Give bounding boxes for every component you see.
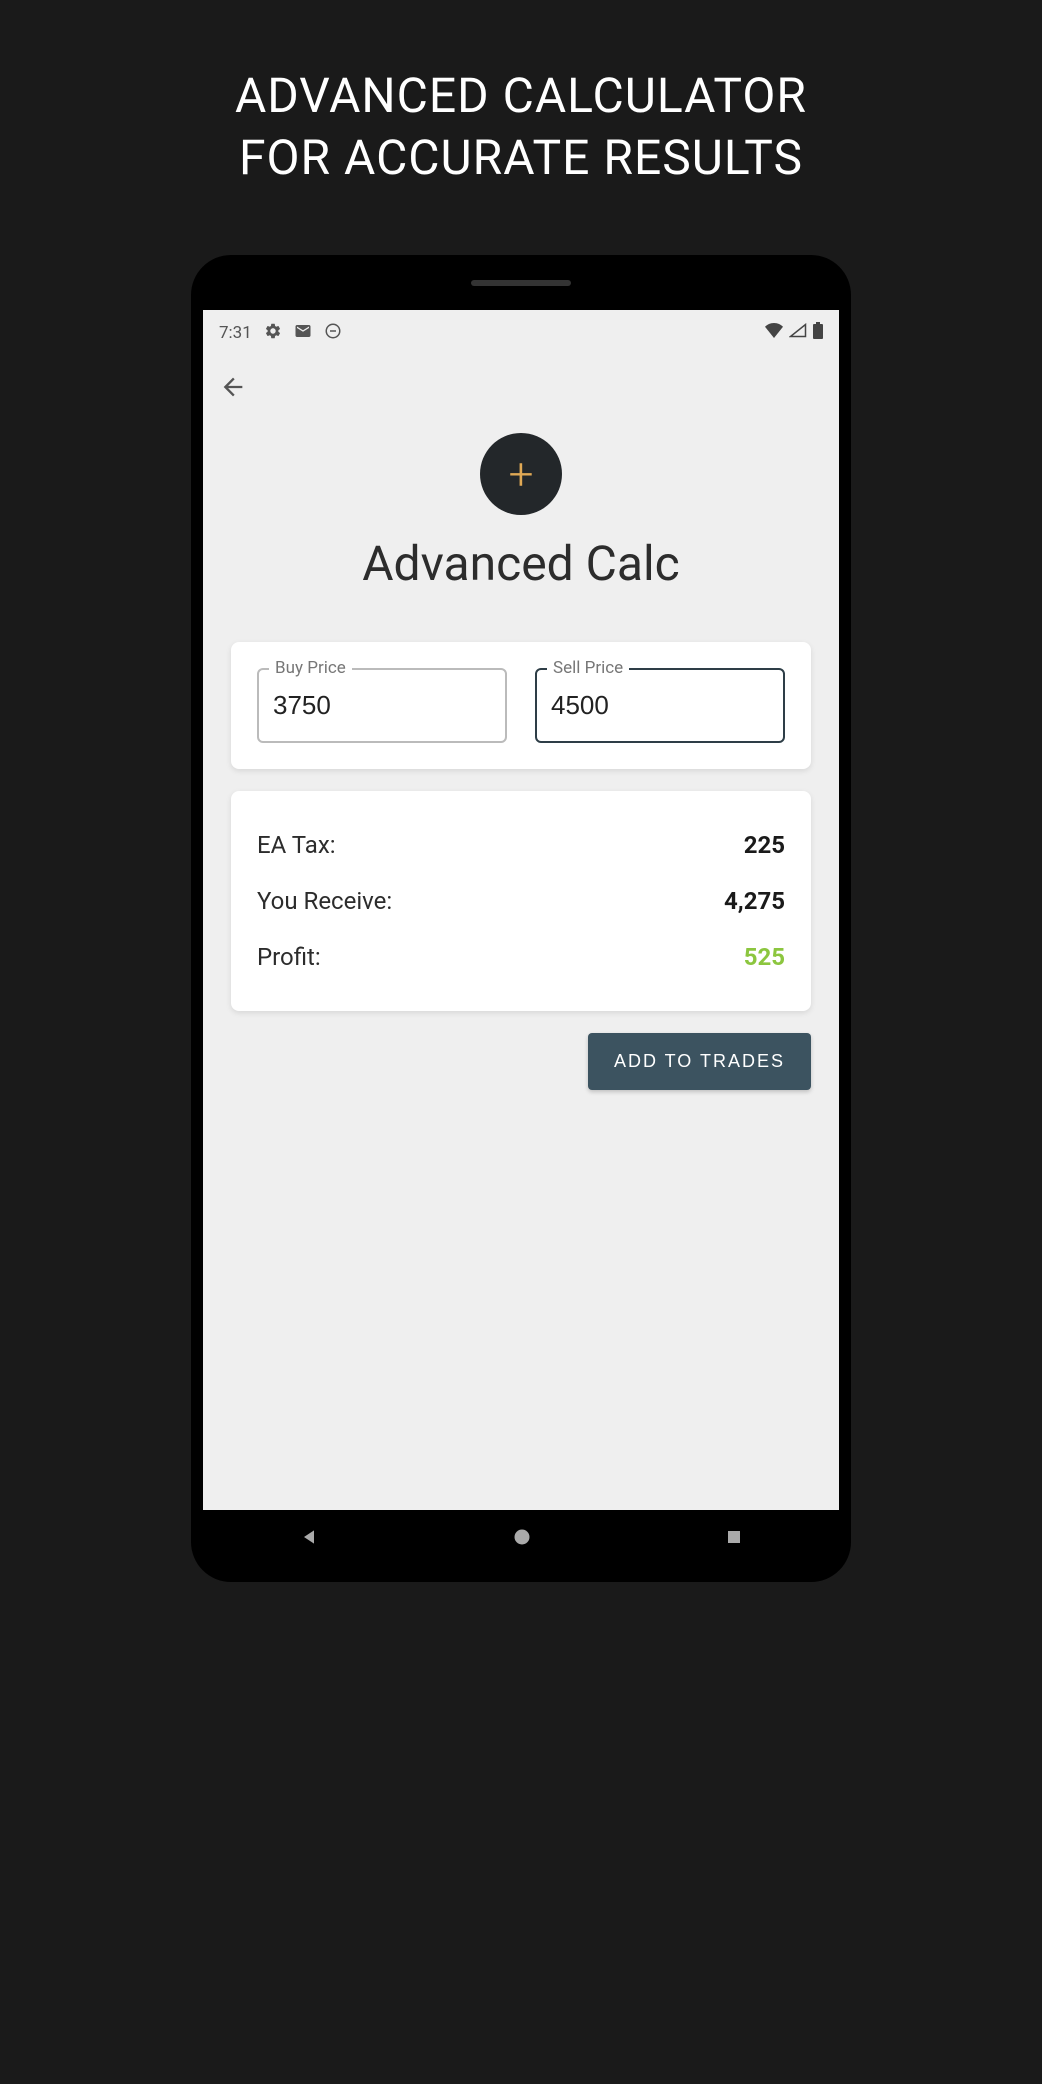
- phone-speaker: [471, 280, 571, 286]
- signal-icon: [789, 323, 807, 343]
- sell-price-field-wrapper: Sell Price: [535, 668, 785, 743]
- profit-value: 525: [744, 943, 785, 971]
- you-receive-row: You Receive: 4,275: [257, 873, 785, 929]
- add-fab-button[interactable]: +: [480, 433, 562, 515]
- app-bar: [203, 353, 839, 408]
- promo-line-1: ADVANCED CALCULATOR: [0, 65, 1042, 127]
- battery-icon: [813, 322, 823, 344]
- profit-row: Profit: 525: [257, 929, 785, 985]
- nav-back-icon[interactable]: [299, 1527, 319, 1553]
- sync-icon: [324, 322, 342, 345]
- ea-tax-label: EA Tax:: [257, 831, 336, 859]
- phone-frame: 7:31: [191, 255, 851, 1582]
- mail-icon: [294, 322, 312, 345]
- status-bar: 7:31: [203, 310, 839, 353]
- back-arrow-icon[interactable]: [219, 375, 247, 408]
- ea-tax-value: 225: [744, 831, 785, 859]
- status-time: 7:31: [219, 323, 252, 343]
- you-receive-label: You Receive:: [257, 887, 392, 915]
- gear-icon: [264, 322, 282, 345]
- you-receive-value: 4,275: [724, 887, 785, 915]
- ea-tax-row: EA Tax: 225: [257, 817, 785, 873]
- android-nav-bar: [203, 1510, 839, 1570]
- buy-price-input[interactable]: [257, 668, 507, 743]
- plus-icon: +: [509, 448, 534, 500]
- sell-price-input[interactable]: [535, 668, 785, 743]
- sell-price-label: Sell Price: [547, 658, 629, 678]
- page-title: Advanced Calc: [203, 535, 839, 592]
- promo-headline: ADVANCED CALCULATOR FOR ACCURATE RESULTS: [0, 0, 1042, 190]
- buy-price-label: Buy Price: [269, 658, 352, 678]
- promo-line-2: FOR ACCURATE RESULTS: [0, 127, 1042, 189]
- buy-price-field-wrapper: Buy Price: [257, 668, 507, 743]
- nav-recent-icon[interactable]: [725, 1527, 743, 1552]
- app-screen: 7:31: [203, 310, 839, 1510]
- price-input-card: Buy Price Sell Price: [231, 642, 811, 769]
- add-to-trades-button[interactable]: ADD TO TRADES: [588, 1033, 811, 1090]
- results-card: EA Tax: 225 You Receive: 4,275 Profit: 5…: [231, 791, 811, 1011]
- nav-home-icon[interactable]: [512, 1527, 532, 1553]
- profit-label: Profit:: [257, 943, 321, 971]
- wifi-icon: [765, 323, 783, 343]
